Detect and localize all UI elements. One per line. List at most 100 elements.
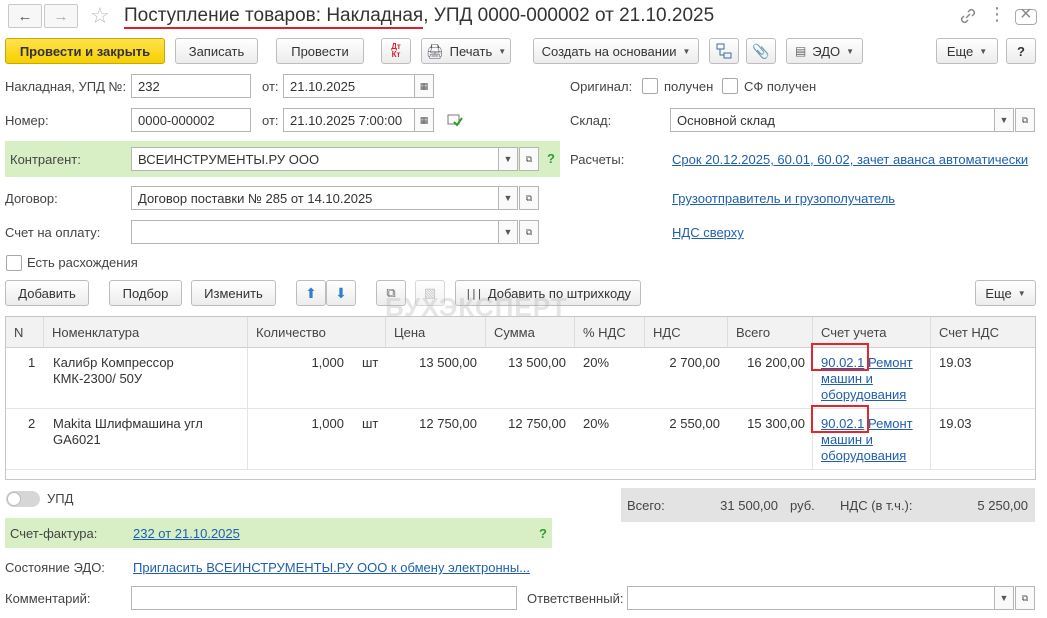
- doc-datetime-field[interactable]: 21.10.2025 7:00:00: [283, 108, 415, 132]
- attach-button[interactable]: 📎: [746, 38, 776, 64]
- arrow-left-icon: ←: [17, 7, 33, 25]
- paperclip-icon: 📎: [752, 42, 770, 59]
- col-header-qty[interactable]: Количество: [248, 317, 386, 348]
- annotation-highlight: [811, 405, 869, 433]
- upd-label: УПД: [47, 491, 74, 506]
- original-label: Оригинал:: [570, 79, 633, 94]
- sf-received-checkbox[interactable]: [722, 78, 738, 94]
- number-field[interactable]: 0000-000002: [131, 108, 251, 132]
- pick-button[interactable]: Подбор: [109, 280, 182, 306]
- item-name-line: GA6021: [53, 432, 101, 447]
- warehouse-field[interactable]: Основной склад: [670, 108, 995, 132]
- link-icon[interactable]: [958, 6, 978, 26]
- chevron-down-icon[interactable]: ▼: [498, 186, 518, 210]
- counterparty-label: Контрагент:: [10, 152, 81, 167]
- account-desc-link[interactable]: оборудования: [821, 448, 906, 463]
- dtkt-button[interactable]: Дт Кт: [381, 38, 411, 64]
- open-icon[interactable]: ⧉: [519, 220, 539, 244]
- doc-date-label: от:: [262, 113, 279, 128]
- print-button[interactable]: 🖨 Печать ▼: [421, 38, 511, 64]
- edo-state-label: Состояние ЭДО:: [5, 560, 105, 575]
- post-button[interactable]: Провести: [276, 38, 364, 64]
- vat-cell: 2 700,00: [669, 355, 720, 370]
- col-header-n[interactable]: N: [6, 317, 44, 348]
- col-header-sum[interactable]: Сумма: [486, 317, 575, 348]
- warehouse-label: Склад:: [570, 113, 612, 128]
- discrepancies-checkbox[interactable]: [6, 255, 22, 271]
- open-icon[interactable]: ⧉: [519, 147, 539, 171]
- create-based-on-button[interactable]: Создать на основании ▼: [533, 38, 699, 64]
- col-header-item[interactable]: Номенклатура: [44, 317, 248, 348]
- star-icon[interactable]: ☆: [90, 3, 110, 29]
- vat-included-value: 5 250,00: [977, 498, 1028, 513]
- payment-invoice-field[interactable]: [131, 220, 499, 244]
- annotation-highlight: [811, 343, 869, 371]
- arrow-down-icon: ⬇: [335, 284, 347, 301]
- check-doc-icon[interactable]: [447, 113, 463, 130]
- responsible-field[interactable]: [627, 586, 995, 610]
- col-header-vat-account[interactable]: Счет НДС: [931, 317, 1035, 348]
- edo-invite-link[interactable]: Пригласить ВСЕИНСТРУМЕНТЫ.РУ ООО к обмен…: [133, 560, 530, 575]
- structure-button[interactable]: [709, 38, 739, 64]
- upd-toggle[interactable]: [6, 491, 40, 507]
- calendar-icon[interactable]: ▦: [414, 108, 434, 132]
- received-label: получен: [664, 79, 714, 94]
- contract-field[interactable]: Договор поставки № 285 от 14.10.2025: [131, 186, 499, 210]
- sf-link[interactable]: 232 от 21.10.2025: [133, 526, 240, 541]
- help-button[interactable]: ?: [1006, 38, 1036, 64]
- edit-row-button[interactable]: Изменить: [191, 280, 276, 306]
- shipper-link[interactable]: Грузоотправитель и грузополучатель: [672, 191, 895, 206]
- account-desc-link[interactable]: машин и: [821, 432, 873, 447]
- close-icon[interactable]: ×: [1020, 3, 1032, 26]
- open-icon[interactable]: ⧉: [1015, 108, 1035, 132]
- col-header-price[interactable]: Цена: [386, 317, 486, 348]
- col-header-vat-rate[interactable]: % НДС: [575, 317, 645, 348]
- row-divider: [6, 469, 1035, 470]
- account-desc-link[interactable]: оборудования: [821, 387, 906, 402]
- counterparty-field[interactable]: ВСЕИНСТРУМЕНТЫ.РУ ООО: [131, 147, 499, 171]
- help-icon[interactable]: ?: [539, 526, 547, 541]
- post-and-close-button[interactable]: Провести и закрыть: [5, 38, 165, 64]
- account-desc-link[interactable]: Ремонт: [868, 355, 913, 370]
- qty-cell: 1,000: [311, 416, 344, 431]
- open-icon[interactable]: ⧉: [1015, 586, 1035, 610]
- more-button[interactable]: Еще ▼: [936, 38, 998, 64]
- row-divider: [6, 408, 1035, 409]
- col-header-total[interactable]: Всего: [728, 317, 813, 348]
- currency-label: руб.: [790, 498, 815, 513]
- chevron-down-icon[interactable]: ▼: [994, 108, 1014, 132]
- invoice-number-field[interactable]: 232: [131, 74, 251, 98]
- account-desc-link[interactable]: машин и: [821, 371, 873, 386]
- back-button[interactable]: ←: [8, 4, 42, 28]
- col-header-vat[interactable]: НДС: [645, 317, 728, 348]
- received-checkbox[interactable]: [642, 78, 658, 94]
- invoice-date-field[interactable]: 21.10.2025: [283, 74, 415, 98]
- save-button[interactable]: Записать: [175, 38, 258, 64]
- settlements-link[interactable]: Срок 20.12.2025, 60.01, 60.02, зачет ава…: [672, 152, 1028, 167]
- vat-rate-cell: 20%: [583, 416, 610, 431]
- vat-account-cell: 19.03: [939, 416, 972, 431]
- add-row-button[interactable]: Добавить: [5, 280, 89, 306]
- price-cell: 13 500,00: [419, 355, 477, 370]
- chevron-down-icon[interactable]: ▼: [498, 147, 518, 171]
- chevron-down-icon[interactable]: ▼: [994, 586, 1014, 610]
- calendar-icon[interactable]: ▦: [414, 74, 434, 98]
- vat-on-top-link[interactable]: НДС сверху: [672, 225, 744, 240]
- edo-button[interactable]: ▤ ЭДО ▼: [786, 38, 863, 64]
- move-down-button[interactable]: ⬇: [326, 280, 356, 306]
- chevron-down-icon[interactable]: ▼: [498, 220, 518, 244]
- vat-account-cell: 19.03: [939, 355, 972, 370]
- comment-field[interactable]: [131, 586, 517, 610]
- total-cell: 15 300,00: [747, 416, 805, 431]
- open-icon[interactable]: ⧉: [519, 186, 539, 210]
- help-icon[interactable]: ?: [547, 151, 555, 166]
- kebab-menu-icon[interactable]: ⋮: [988, 4, 1006, 25]
- table-more-button[interactable]: Еще ▼: [975, 280, 1036, 306]
- edo-icon: ▤: [794, 44, 807, 58]
- row-number: 1: [28, 355, 36, 370]
- sum-cell: 13 500,00: [508, 355, 566, 370]
- vat-rate-cell: 20%: [583, 355, 610, 370]
- forward-button[interactable]: →: [44, 4, 78, 28]
- move-up-button[interactable]: ⬆: [296, 280, 326, 306]
- account-desc-link[interactable]: Ремонт: [868, 416, 913, 431]
